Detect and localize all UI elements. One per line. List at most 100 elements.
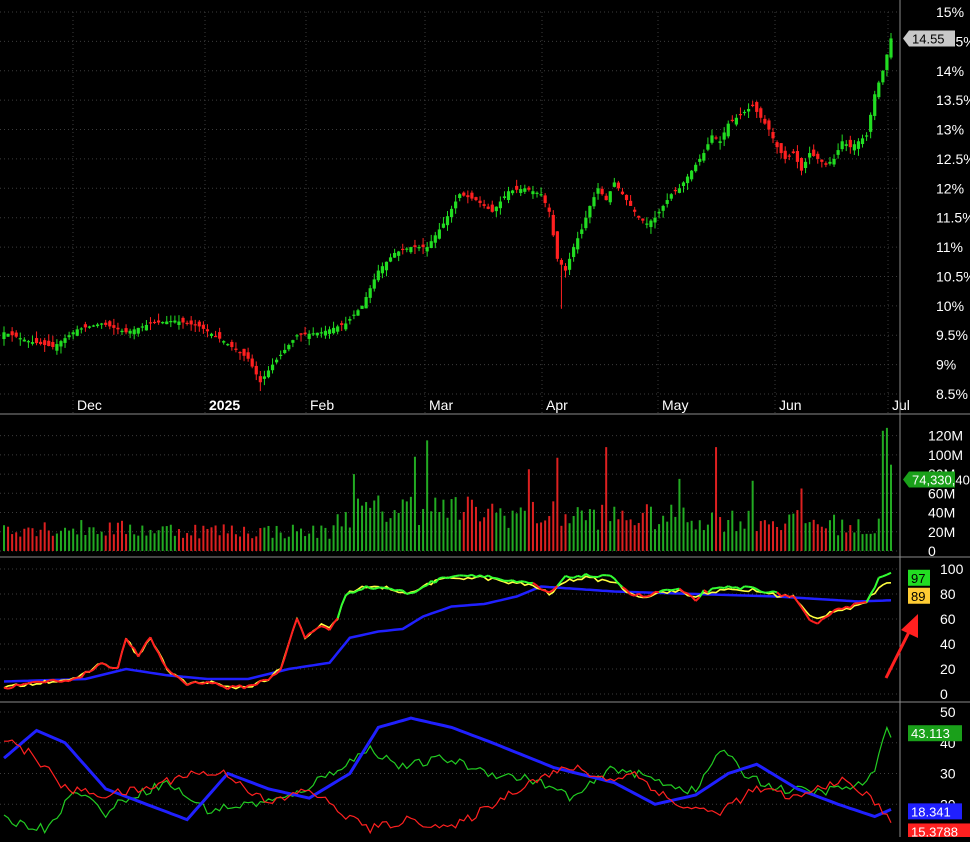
candle-body: [51, 342, 54, 347]
adx-minus-label-text: 15.3788: [911, 824, 958, 837]
candle-body: [137, 328, 140, 334]
candle-body: [129, 331, 132, 334]
candle-body: [637, 216, 640, 218]
candle-body: [279, 355, 282, 356]
candle-body: [230, 342, 233, 347]
candle-body: [234, 349, 237, 350]
candle-body: [527, 188, 530, 190]
candle-body: [426, 247, 429, 251]
candle-body: [609, 191, 612, 202]
candle-body: [267, 370, 270, 377]
x-tick-label: Jun: [779, 397, 802, 413]
candle-body: [104, 323, 107, 325]
candle-body: [625, 195, 628, 200]
candle-body: [666, 200, 669, 204]
candle-body: [662, 206, 665, 211]
candle-body: [430, 241, 433, 248]
candle-body: [141, 326, 144, 327]
osc-series-fast-segment: [716, 587, 720, 588]
chart-svg: 15%14.5%14%13.5%13%12.5%12%11.5%11%10.5%…: [0, 0, 970, 837]
candle-body: [544, 195, 547, 203]
candle-body: [336, 326, 339, 331]
candle-body: [190, 320, 193, 324]
candle-body: [39, 342, 42, 344]
candle-body: [247, 352, 250, 358]
osc-series-fast-segment: [407, 593, 411, 594]
candle-body: [837, 150, 840, 155]
candle-body: [108, 321, 111, 326]
osc-series-fast-segment: [781, 595, 785, 596]
candle-body: [202, 325, 205, 329]
candle-body: [731, 120, 734, 121]
candle-body: [470, 193, 473, 199]
candle-body: [356, 310, 359, 315]
candle-body: [263, 376, 266, 378]
candle-body: [885, 55, 888, 70]
candle-body: [43, 340, 46, 345]
candle-body: [303, 333, 306, 335]
osc-series-fast-segment: [863, 602, 867, 603]
candle-body: [462, 193, 465, 196]
candle-body: [820, 160, 823, 162]
osc-series-fast-segment: [496, 578, 500, 579]
osc-series-fast-segment: [578, 576, 582, 577]
osc-series-fast-segment: [53, 680, 57, 682]
candle-body: [552, 215, 555, 235]
candle-body: [564, 266, 567, 271]
candle-body: [116, 328, 119, 330]
osc-series-fast-segment: [879, 576, 883, 577]
osc-tick-label: 60: [940, 611, 956, 627]
volume-tick-label: 60M: [928, 485, 955, 501]
candle-body: [702, 153, 705, 161]
candle-body: [251, 359, 254, 367]
osc-series-fast-segment: [631, 595, 635, 596]
x-tick-label: Mar: [429, 397, 453, 413]
candle-body: [100, 323, 103, 324]
candle-body: [596, 188, 599, 193]
candle-body: [710, 135, 713, 142]
candle-body: [849, 140, 852, 147]
osc-series-fast-segment: [675, 589, 679, 590]
candle-body: [869, 115, 872, 132]
adx-plus-label-text: 43.113: [911, 726, 950, 741]
osc-series-fast-segment: [525, 582, 529, 583]
osc-series-fast-segment: [61, 681, 65, 682]
candle-body: [291, 340, 294, 343]
osc-series-fast-segment: [8, 688, 12, 689]
candle-body: [161, 322, 164, 323]
candle-body: [841, 141, 844, 149]
x-tick-label: Dec: [77, 397, 102, 413]
candle-body: [483, 204, 486, 206]
x-tick-label: Apr: [546, 397, 568, 413]
candle-body: [535, 193, 538, 194]
candle-body: [145, 325, 148, 330]
last-volume-label-text: 74,330,40: [912, 473, 970, 488]
candle-body: [259, 376, 262, 382]
osc-series-fast-segment: [509, 580, 513, 581]
candle-body: [523, 188, 526, 192]
candle-body: [641, 219, 644, 221]
adx-minus-label: 15.3788: [908, 823, 970, 837]
candle-body: [206, 329, 209, 331]
candle-body: [629, 201, 632, 206]
candle-body: [59, 341, 62, 346]
price-tick-label: 9.5%: [936, 327, 968, 343]
candle-body: [828, 162, 831, 164]
candle-body: [568, 259, 571, 270]
x-tick-label: 2025: [209, 397, 240, 413]
candle-body: [560, 260, 563, 265]
candle-body: [287, 345, 290, 349]
candle-body: [153, 322, 156, 323]
candle-body: [377, 271, 380, 281]
adx-adx-label-text: 18.341: [911, 804, 951, 819]
candle-body: [686, 177, 689, 184]
price-tick-label: 11.5%: [936, 210, 970, 226]
x-tick-label: May: [662, 397, 688, 413]
candle-body: [495, 207, 498, 211]
candle-body: [27, 341, 30, 342]
candle-body: [649, 221, 652, 227]
candle-body: [698, 159, 701, 162]
candle-body: [112, 325, 115, 328]
candle-body: [824, 163, 827, 165]
osc-series-fast-segment: [456, 575, 460, 576]
